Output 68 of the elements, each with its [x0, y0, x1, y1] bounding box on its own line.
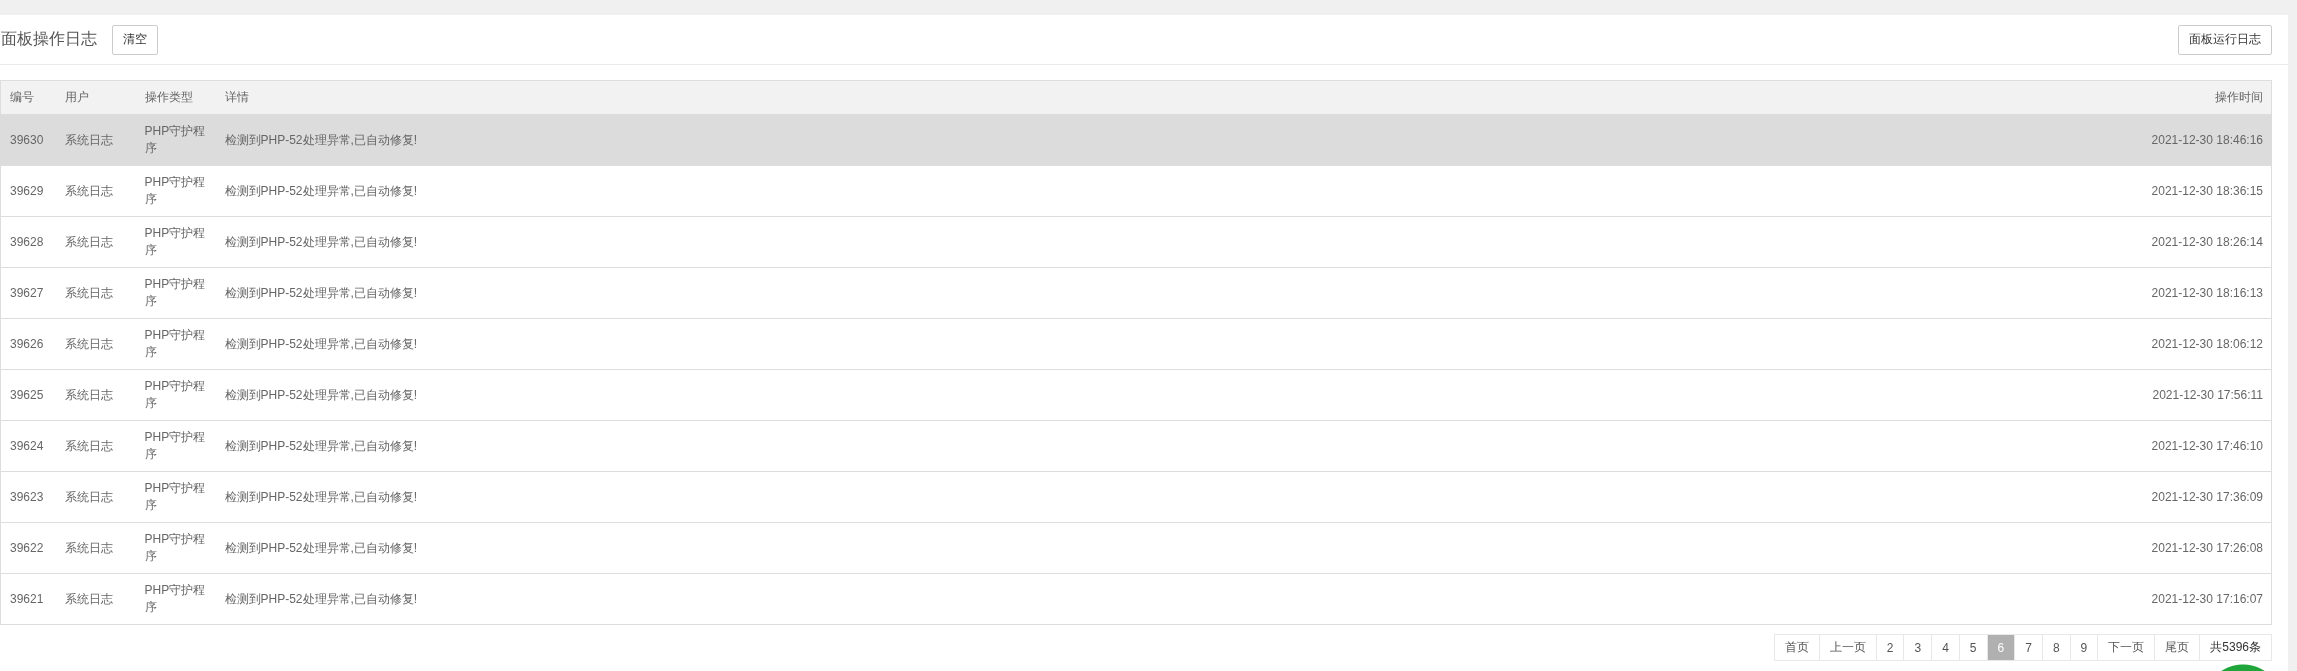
table-cell: 系统日志	[55, 267, 136, 319]
page-link[interactable]: 上一页	[1818, 634, 1877, 661]
table-cell: 39622	[0, 522, 56, 574]
table-cell: PHP守护程序	[135, 573, 216, 625]
table-cell: 系统日志	[55, 114, 136, 166]
table-cell: PHP守护程序	[135, 471, 216, 523]
table-cell: 检测到PHP-52处理异常,已自动修复!	[215, 165, 2072, 217]
table-cell: 2021-12-30 18:16:13	[2071, 267, 2272, 319]
column-header: 编号	[0, 80, 56, 115]
table-cell: 检测到PHP-52处理异常,已自动修复!	[215, 369, 2072, 421]
table-cell: 39626	[0, 318, 56, 370]
table-cell: 39630	[0, 114, 56, 166]
table-cell: PHP守护程序	[135, 114, 216, 166]
page-link[interactable]: 5	[1958, 634, 1988, 661]
page-title: 面板操作日志	[1, 29, 97, 49]
table-cell: 检测到PHP-52处理异常,已自动修复!	[215, 471, 2072, 523]
run-log-button[interactable]: 面板运行日志	[2178, 24, 2272, 55]
table-cell: 检测到PHP-52处理异常,已自动修复!	[215, 267, 2072, 319]
table-cell: 系统日志	[55, 369, 136, 421]
table-cell: 39624	[0, 420, 56, 472]
table-cell: 系统日志	[55, 471, 136, 523]
table-cell: PHP守护程序	[135, 267, 216, 319]
table-cell: 检测到PHP-52处理异常,已自动修复!	[215, 216, 2072, 268]
column-header: 操作类型	[135, 80, 216, 115]
table-cell: 2021-12-30 17:36:09	[2071, 471, 2272, 523]
table-cell: 39623	[0, 471, 56, 523]
table-cell: 系统日志	[55, 165, 136, 217]
table-cell: 系统日志	[55, 573, 136, 625]
table-cell: 检测到PHP-52处理异常,已自动修复!	[215, 318, 2072, 370]
table-cell: PHP守护程序	[135, 318, 216, 370]
table-cell: 39629	[0, 165, 56, 217]
table-cell: 2021-12-30 17:46:10	[2071, 420, 2272, 472]
table-cell: 系统日志	[55, 318, 136, 370]
table-cell: 2021-12-30 18:46:16	[2071, 114, 2272, 166]
table-cell: 39627	[0, 267, 56, 319]
page-link[interactable]: 4	[1931, 634, 1960, 661]
table-cell: 2021-12-30 18:06:12	[2071, 318, 2272, 370]
page-link[interactable]: 下一页	[2097, 634, 2156, 661]
table-cell: 检测到PHP-52处理异常,已自动修复!	[215, 573, 2072, 625]
table-cell: 检测到PHP-52处理异常,已自动修复!	[215, 114, 2072, 166]
table-cell: 检测到PHP-52处理异常,已自动修复!	[215, 522, 2072, 574]
table-cell: 2021-12-30 18:26:14	[2071, 216, 2272, 268]
column-header: 详情	[215, 80, 2072, 115]
table-cell: 系统日志	[55, 420, 136, 472]
column-header: 用户	[55, 80, 136, 115]
table-cell: 2021-12-30 17:26:08	[2071, 522, 2272, 574]
table-cell: 39628	[0, 216, 56, 268]
table-cell: PHP守护程序	[135, 420, 216, 472]
page-link[interactable]: 8	[2041, 634, 2071, 661]
table-cell: 2021-12-30 18:36:15	[2071, 165, 2272, 217]
table-cell: PHP守护程序	[135, 369, 216, 421]
table-cell: 系统日志	[55, 216, 136, 268]
table-cell: PHP守护程序	[135, 165, 216, 217]
table-cell: 2021-12-30 17:16:07	[2071, 573, 2272, 625]
table-cell: 39621	[0, 573, 56, 625]
page-link[interactable]: 3	[1903, 634, 1933, 661]
total-count: 共5396条	[2199, 634, 2272, 661]
column-header: 操作时间	[2071, 80, 2272, 115]
table-cell: 39625	[0, 369, 56, 421]
table-cell: 系统日志	[55, 522, 136, 574]
table-cell: 2021-12-30 17:56:11	[2071, 369, 2272, 421]
table-cell: 检测到PHP-52处理异常,已自动修复!	[215, 420, 2072, 472]
clear-button[interactable]: 清空	[112, 24, 158, 55]
page-link[interactable]: 首页	[1773, 634, 1820, 661]
page-link[interactable]: 尾页	[2154, 634, 2201, 661]
table-cell: PHP守护程序	[135, 216, 216, 268]
page-link[interactable]: 7	[2014, 634, 2043, 661]
table-cell: PHP守护程序	[135, 522, 216, 574]
